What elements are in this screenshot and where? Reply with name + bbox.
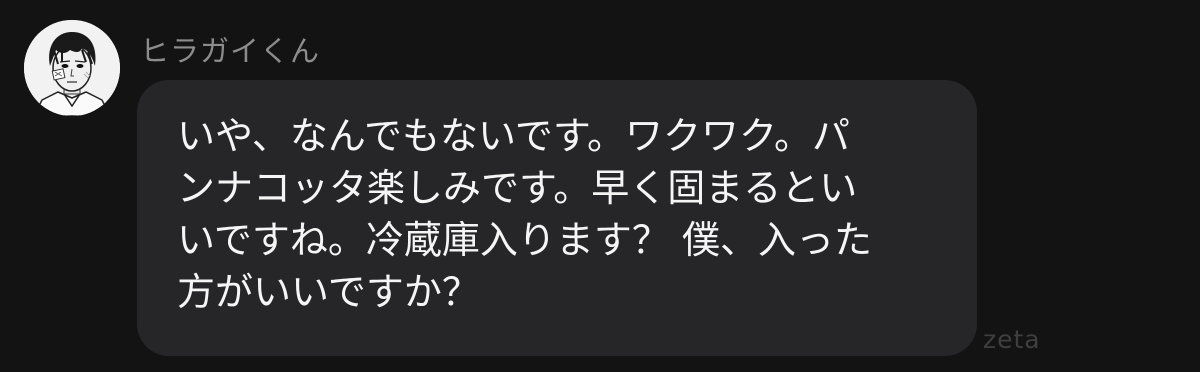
message-text-line: ンナコッタ楽しみです。早く固まるとい xyxy=(177,166,858,210)
message-bubble: いや、なんでもないです。ワクワク。パ ンナコッタ楽しみです。早く固まるとい いで… xyxy=(137,80,977,356)
message-text-line: いですね。冷蔵庫入ります？ 僕、入った xyxy=(177,218,872,262)
avatar[interactable] xyxy=(24,20,120,116)
watermark: zeta xyxy=(983,325,1041,354)
message-text-line: いや、なんでもないです。ワクワク。パ xyxy=(177,114,850,158)
character-portrait-icon xyxy=(24,20,120,116)
sender-name: ヒラガイくん xyxy=(140,34,321,68)
message-text-line: 方がいいですか？ xyxy=(177,270,480,314)
